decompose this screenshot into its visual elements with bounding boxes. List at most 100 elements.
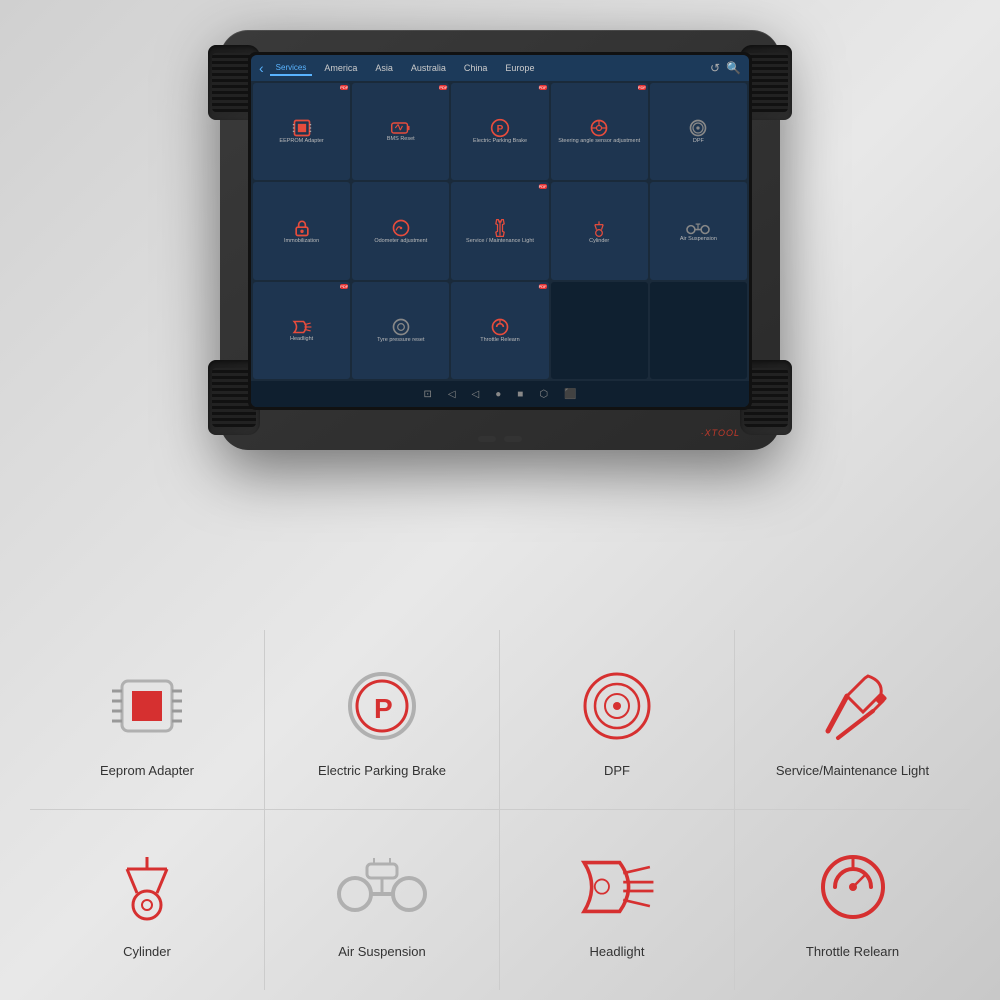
feature-label-eeprom: Eeprom Adapter <box>100 763 194 778</box>
feature-label-service: Service/Maintenance Light <box>776 763 929 778</box>
features-section: Eeprom Adapter P Electric Parking Brake <box>0 610 1000 1000</box>
android-apps[interactable]: ⬡ <box>539 389 548 400</box>
device-bottom <box>478 436 522 442</box>
feature-label-dpf: DPF <box>604 763 630 778</box>
cell-label-service: Service / Maintenance Light <box>466 238 534 245</box>
grid-cell-dark1 <box>551 282 648 379</box>
screen-bezel: ‹ Services America Asia Australia China … <box>248 52 752 410</box>
refresh-icon[interactable]: ↺ <box>710 61 720 75</box>
service-icon-large <box>808 661 898 751</box>
grid-cell-dpf[interactable]: DPF <box>650 83 747 180</box>
eeprom-icon <box>292 118 312 138</box>
feature-label-throttle: Throttle Relearn <box>806 944 899 959</box>
feature-cylinder: Cylinder <box>30 810 265 990</box>
throttle-icon-large <box>808 842 898 932</box>
cell-label-tyre: Tyre pressure reset <box>377 337 424 344</box>
grid-cell-cylinder[interactable]: Cylinder <box>551 182 648 279</box>
cell-label-odometer: Odometer adjustment <box>374 238 427 245</box>
parking-icon-large: P <box>337 661 427 751</box>
grid-cell-odometer[interactable]: Odometer adjustment <box>352 182 449 279</box>
grid-cell-service[interactable]: PDF Service / Maintenance Light <box>451 182 548 279</box>
cylinder-icon-large <box>102 842 192 932</box>
feature-parking: P Electric Parking Brake <box>265 630 500 810</box>
cell-label-immobilization: Immobilization <box>284 238 319 245</box>
nav-icons: ↺ 🔍 <box>710 61 741 75</box>
cell-label-cylinder: Cylinder <box>589 238 609 245</box>
cell-label-steering: Steering angle sensor adjustment <box>558 138 640 145</box>
screen: ‹ Services America Asia Australia China … <box>251 55 749 407</box>
feature-label-cylinder: Cylinder <box>123 944 171 959</box>
throttle-icon-screen <box>490 317 510 337</box>
android-triangle[interactable]: ◁ <box>472 389 480 400</box>
grid-cell-immobilization[interactable]: Immobilization <box>253 182 350 279</box>
bms-icon <box>391 120 411 136</box>
nav-tab-china[interactable]: China <box>458 61 494 75</box>
cell-label-headlight: Headlight <box>290 336 313 343</box>
svg-text:P: P <box>374 693 393 724</box>
feature-eeprom: Eeprom Adapter <box>30 630 265 810</box>
cell-label-bms: BMS Reset <box>387 136 415 143</box>
grid-cell-suspension[interactable]: Air Suspension <box>650 182 747 279</box>
suspension-icon-large <box>337 842 427 932</box>
nav-tab-services[interactable]: Services <box>270 61 313 76</box>
eeprom-icon-large <box>102 661 192 751</box>
tyre-icon-screen <box>391 317 411 337</box>
android-home[interactable]: ● <box>495 389 501 400</box>
steering-icon <box>589 118 609 138</box>
cell-badge-throttle: PDF <box>539 284 547 289</box>
search-icon[interactable]: 🔍 <box>726 61 741 75</box>
feature-label-suspension: Air Suspension <box>338 944 425 959</box>
suspension-icon-screen <box>687 220 709 236</box>
parking-icon-screen: P <box>490 118 510 138</box>
grid-cell-eeprom[interactable]: PDF EEPROM Adapter <box>253 83 350 180</box>
lock-icon <box>293 218 311 238</box>
hw-button-2[interactable] <box>504 436 522 442</box>
android-camera[interactable]: ⊡ <box>423 389 431 400</box>
cell-badge-parking: PDF <box>539 85 547 90</box>
feature-suspension: Air Suspension <box>265 810 500 990</box>
nav-tab-asia[interactable]: Asia <box>369 61 399 75</box>
feature-label-headlight: Headlight <box>590 944 645 959</box>
android-back[interactable]: ◁ <box>448 389 456 400</box>
cell-label-throttle: Throttle Relearn <box>480 337 519 344</box>
cell-label-eeprom: EEPROM Adapter <box>279 138 323 145</box>
grid-cell-steering[interactable]: PDF Steering angle sensor adjustment <box>551 83 648 180</box>
feature-throttle: Throttle Relearn <box>735 810 970 990</box>
cell-badge-steering: PDF <box>638 85 646 90</box>
android-menu[interactable]: ⬛ <box>564 389 576 400</box>
android-bar: ⊡ ◁ ◁ ● ■ ⬡ ⬛ <box>251 381 749 407</box>
grid-cell-tyre[interactable]: Tyre pressure reset <box>352 282 449 379</box>
cell-label-dpf: DPF <box>693 138 704 145</box>
device-body: ‹ Services America Asia Australia China … <box>220 30 780 450</box>
features-grid: Eeprom Adapter P Electric Parking Brake <box>30 630 970 990</box>
cell-badge-bms: PDF <box>439 85 447 90</box>
grid-cell-headlight[interactable]: PDF Headlight <box>253 282 350 379</box>
svg-text:P: P <box>497 125 504 136</box>
cell-badge-service: PDF <box>539 184 547 189</box>
grid-cell-bms[interactable]: PDF BMS Reset <box>352 83 449 180</box>
feature-label-parking: Electric Parking Brake <box>318 763 446 778</box>
dpf-icon-large <box>572 661 662 751</box>
grid-cell-dark2 <box>650 282 747 379</box>
screen-grid: PDF EEPROM Adapter <box>251 81 749 381</box>
headlight-icon-screen <box>291 318 313 336</box>
cylinder-icon-screen <box>589 218 609 238</box>
android-square[interactable]: ■ <box>517 389 523 400</box>
cell-badge-headlight: PDF <box>340 284 348 289</box>
nav-tab-america[interactable]: America <box>318 61 363 75</box>
nav-tab-europe[interactable]: Europe <box>499 61 540 75</box>
hw-button-1[interactable] <box>478 436 496 442</box>
brand-label: ·XTOOL <box>701 428 740 438</box>
device: ‹ Services America Asia Australia China … <box>220 30 780 450</box>
grid-cell-parking[interactable]: PDF P Electric Parking Brake <box>451 83 548 180</box>
nav-tab-australia[interactable]: Australia <box>405 61 452 75</box>
feature-dpf: DPF <box>500 630 735 810</box>
service-icon-screen <box>490 218 510 238</box>
headlight-icon-large <box>572 842 662 932</box>
grid-cell-throttle[interactable]: PDF Throttle Relearn <box>451 282 548 379</box>
feature-headlight: Headlight <box>500 810 735 990</box>
dpf-icon-screen <box>688 118 708 138</box>
back-button[interactable]: ‹ <box>259 60 264 76</box>
feature-service: Service/Maintenance Light <box>735 630 970 810</box>
cell-badge: PDF <box>340 85 348 90</box>
